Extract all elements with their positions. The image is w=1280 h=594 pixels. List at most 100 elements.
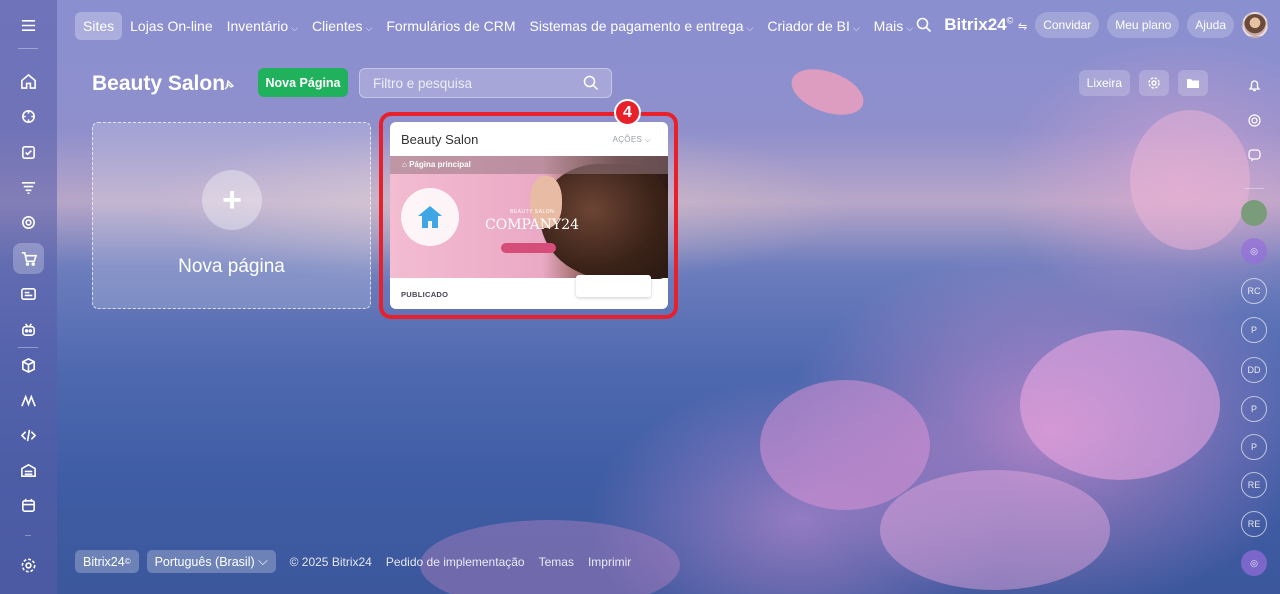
language-select[interactable]: Português (Brasil) ⌵: [146, 550, 276, 573]
preview-page-name: ⌂ Página principal: [402, 160, 471, 169]
preview-widget: [576, 275, 651, 297]
help-button[interactable]: Ajuda: [1187, 12, 1234, 38]
rail-contact-p[interactable]: P: [1241, 317, 1267, 343]
footer-brand-text: Bitrix24: [83, 554, 125, 569]
nav-item-label: Formulários de CRM: [386, 18, 516, 34]
preview-page-label: Página principal: [409, 160, 471, 169]
chevron-down-icon: ⌵: [644, 135, 651, 144]
new-page-button[interactable]: Nova Página: [258, 68, 348, 97]
preview-subtitle: BEAUTY SALON: [510, 209, 555, 215]
settings-icon[interactable]: [13, 550, 44, 581]
site-page-card[interactable]: Beauty Salon AÇÕES ⌵ ⌂ Página principal …: [390, 122, 668, 309]
top-nav: Sites Lojas On-line Inventário ⌵ Clientes…: [75, 12, 919, 40]
nav-item-payment-systems[interactable]: Sistemas de pagamento e entrega ⌵: [524, 12, 760, 40]
actions-menu[interactable]: AÇÕES ⌵: [613, 135, 651, 145]
nav-item-label: Sistemas de pagamento e entrega: [529, 18, 744, 34]
rail-contact-rc[interactable]: RC: [1241, 278, 1267, 304]
bell-icon[interactable]: [1241, 72, 1267, 98]
nav-item-label: Mais: [873, 18, 904, 34]
search-icon: [583, 75, 599, 91]
nav-item-clients[interactable]: Clientes ⌵: [306, 12, 378, 40]
box-icon[interactable]: [13, 350, 44, 381]
nav-item-crm-forms[interactable]: Formulários de CRM: [380, 12, 521, 40]
my-plan-button[interactable]: Meu plano: [1107, 12, 1180, 38]
robot-icon[interactable]: [13, 314, 44, 345]
menu-icon[interactable]: [13, 10, 44, 41]
preview-button: [501, 243, 556, 253]
invite-button[interactable]: Convidar: [1035, 12, 1100, 38]
nav-item-label: Clientes: [311, 18, 363, 34]
trash-button[interactable]: Lixeira: [1078, 70, 1130, 96]
target-icon[interactable]: [1241, 107, 1267, 133]
calendar-icon[interactable]: [13, 490, 44, 521]
left-sidebar: [0, 0, 57, 594]
footer-brand[interactable]: Bitrix24 ©: [75, 550, 139, 573]
chevron-down-icon: ⌵: [852, 23, 860, 33]
language-label: Português (Brasil): [154, 554, 255, 569]
new-page-label: Nova página: [178, 256, 285, 277]
nav-item-label: Sites: [83, 18, 115, 34]
rail-contact-re[interactable]: RE: [1241, 472, 1267, 498]
feed-icon[interactable]: [13, 101, 44, 132]
sites-icon[interactable]: [13, 279, 44, 310]
pin-icon[interactable]: [222, 78, 236, 92]
home-page-icon: [401, 188, 459, 246]
page-tools: Lixeira: [1078, 70, 1208, 96]
nav-item-label: Criador de BI: [767, 18, 850, 34]
brand-text: Bitrix24: [944, 15, 1007, 34]
code-icon[interactable]: [13, 420, 44, 451]
print-link[interactable]: Imprimir: [588, 555, 631, 569]
page-preview[interactable]: ⌂ Página principal BEAUTY SALON COMPANY2…: [390, 156, 668, 297]
nav-item-label: Inventário: [226, 18, 289, 34]
nav-item-more[interactable]: Mais ⌵: [868, 12, 919, 40]
search-input[interactable]: Filtro e pesquisa: [359, 68, 612, 98]
brand-logo: Bitrix24© ⇋: [944, 15, 1027, 35]
themes-link[interactable]: Temas: [539, 555, 574, 569]
new-page-card[interactable]: + Nova página: [92, 122, 371, 309]
chat-icon[interactable]: [1241, 142, 1267, 168]
settings-button[interactable]: [1139, 70, 1169, 96]
nav-item-online-stores[interactable]: Lojas On-line: [124, 12, 219, 40]
implementation-request-link[interactable]: Pedido de implementação: [386, 555, 525, 569]
search-icon[interactable]: [916, 17, 932, 33]
rail-contact-p3[interactable]: P: [1241, 434, 1267, 460]
home-icon[interactable]: [13, 66, 44, 97]
copilot-icon[interactable]: ◎: [1241, 238, 1267, 264]
rail-contact-re2[interactable]: RE: [1241, 511, 1267, 537]
analytics-icon[interactable]: [13, 385, 44, 416]
plus-icon: +: [202, 170, 262, 230]
top-right-tools: Bitrix24© ⇋ Convidar Meu plano Ajuda: [916, 10, 1280, 40]
sidebar-divider: [18, 347, 38, 348]
copilot-icon[interactable]: ◎: [1241, 550, 1267, 576]
warehouse-icon[interactable]: [13, 455, 44, 486]
filter-icon[interactable]: [13, 172, 44, 203]
cart-icon[interactable]: [13, 243, 44, 274]
chevron-down-icon: ⌵: [258, 554, 268, 568]
footer-brand-mark: ©: [124, 557, 131, 566]
brand-mark: ©: [1006, 15, 1014, 26]
chevron-down-icon: ⌵: [746, 23, 754, 33]
folder-icon: [1187, 79, 1199, 88]
background-flower: [880, 470, 1110, 590]
tasks-icon[interactable]: [13, 137, 44, 168]
rail-contact-p2[interactable]: P: [1241, 396, 1267, 422]
sliders-icon[interactable]: ⇋: [1018, 21, 1027, 33]
avatar[interactable]: [1241, 200, 1267, 226]
footer: Bitrix24 © Português (Brasil) ⌵ © 2025 Bi…: [75, 550, 631, 573]
chevron-down-icon: ⌵: [906, 23, 914, 33]
nav-item-bi-builder[interactable]: Criador de BI ⌵: [761, 12, 865, 40]
background-flower: [760, 380, 930, 510]
folder-button[interactable]: [1178, 70, 1208, 96]
chevron-down-icon: ⌵: [291, 23, 298, 33]
sidebar-divider: [25, 535, 31, 536]
background-petal: [785, 60, 870, 124]
nav-item-sites[interactable]: Sites: [75, 12, 123, 40]
rail-contact-dd[interactable]: DD: [1241, 357, 1267, 383]
nav-item-inventory[interactable]: Inventário ⌵: [221, 12, 304, 40]
page-title: Beauty Salon: [92, 72, 226, 95]
step-badge: 4: [614, 99, 641, 126]
avatar[interactable]: [1242, 12, 1268, 38]
preview-navbar: ⌂ Página principal: [390, 156, 668, 174]
rail-divider: [1244, 188, 1264, 189]
target-icon[interactable]: [13, 207, 44, 238]
